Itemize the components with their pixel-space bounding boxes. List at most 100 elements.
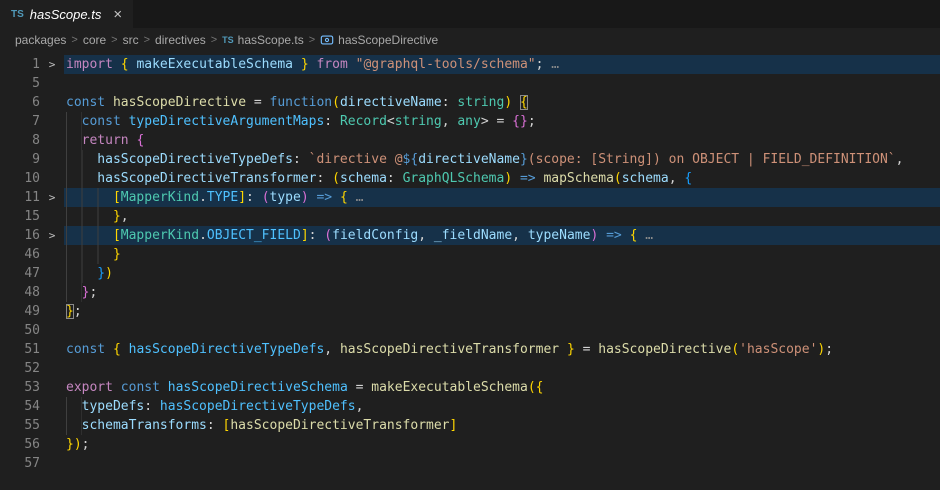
line-number: 51 (0, 340, 40, 359)
code-text[interactable] (64, 321, 940, 340)
code-token: ] (301, 228, 309, 243)
gutter-fold-space (40, 435, 64, 454)
close-icon[interactable]: × (113, 7, 122, 22)
code-token: const (121, 380, 160, 395)
code-line[interactable]: 51 const { hasScopeDirectiveTypeDefs, has… (0, 340, 940, 359)
code-token: typeDefs (82, 399, 145, 414)
code-line[interactable]: 57 (0, 454, 940, 473)
code-line[interactable]: 52 (0, 359, 940, 378)
code-text[interactable]: }; (64, 302, 940, 321)
tab-bar: TS hasScope.ts × (0, 0, 940, 28)
tab-hasscope-ts[interactable]: TS hasScope.ts × (0, 0, 133, 28)
code-text[interactable]: [MapperKind.OBJECT_FIELD]: (fieldConfig,… (64, 226, 940, 245)
code-line[interactable]: 8return { (0, 131, 940, 150)
breadcrumb-label: core (83, 33, 106, 47)
code-token: { (121, 57, 129, 72)
typescript-file-icon: TS (11, 9, 24, 20)
code-token: 'hasScope' (739, 342, 817, 357)
code-text[interactable]: export const hasScopeDirectiveSchema = m… (64, 378, 940, 397)
indent-guides (66, 188, 113, 207)
code-text[interactable]: const hasScopeDirective = function(direc… (64, 93, 940, 112)
code-line[interactable]: 1>import { makeExecutableSchema } from "… (0, 55, 940, 74)
line-number: 53 (0, 378, 40, 397)
code-text[interactable]: hasScopeDirectiveTypeDefs: `directive @$… (64, 150, 940, 169)
code-token: ( (332, 171, 340, 186)
code-line[interactable]: 7const typeDirectiveArgumentMaps: Record… (0, 112, 940, 131)
code-line[interactable]: 10hasScopeDirectiveTransformer: (schema:… (0, 169, 940, 188)
code-text[interactable]: const typeDirectiveArgumentMaps: Record<… (64, 112, 940, 131)
fold-chevron-icon[interactable]: > (40, 55, 64, 74)
code-token: , (896, 152, 904, 167)
breadcrumb-item-core[interactable]: core (83, 33, 106, 47)
code-text[interactable]: }, (64, 207, 940, 226)
code-token: ] (238, 190, 246, 205)
breadcrumb-item-directives[interactable]: directives (155, 33, 206, 47)
code-line[interactable]: 5 (0, 74, 940, 93)
code-line[interactable]: 46} (0, 245, 940, 264)
code-token: MapperKind (121, 190, 199, 205)
fold-chevron-icon[interactable]: > (40, 226, 64, 245)
code-token: Record (340, 114, 387, 129)
code-text[interactable]: schemaTransforms: [hasScopeDirectiveTran… (64, 416, 940, 435)
code-text[interactable]: hasScopeDirectiveTransformer: (schema: G… (64, 169, 940, 188)
code-token: hasScopeDirectiveTypeDefs (129, 342, 325, 357)
gutter-fold-space (40, 359, 64, 378)
code-line[interactable]: 50 (0, 321, 940, 340)
code-token: { (536, 380, 544, 395)
code-line[interactable]: 53 export const hasScopeDirectiveSchema =… (0, 378, 940, 397)
fold-chevron-icon[interactable]: > (40, 188, 64, 207)
code-token: import (66, 57, 113, 72)
breadcrumb-item-hasscope-ts[interactable]: TShasScope.ts (222, 33, 304, 47)
line-number: 9 (0, 150, 40, 169)
code-text[interactable]: typeDefs: hasScopeDirectiveTypeDefs, (64, 397, 940, 416)
code-line[interactable]: 47}) (0, 264, 940, 283)
breadcrumb-item-packages[interactable]: packages (15, 33, 66, 47)
code-line[interactable]: 54typeDefs: hasScopeDirectiveTypeDefs, (0, 397, 940, 416)
indent-guides (66, 226, 113, 245)
code-token: hasScopeDirective (113, 95, 246, 110)
code-token: => (520, 171, 536, 186)
breadcrumb-label: directives (155, 33, 206, 47)
code-line[interactable]: 11>[MapperKind.TYPE]: (type) => { … (0, 188, 940, 207)
code-text[interactable]: const { hasScopeDirectiveTypeDefs, hasSc… (64, 340, 940, 359)
code-line[interactable]: 9 hasScopeDirectiveTypeDefs: `directive @… (0, 150, 940, 169)
line-number: 11 (0, 188, 40, 207)
code-text[interactable]: import { makeExecutableSchema } from "@g… (64, 55, 940, 74)
code-text[interactable]: }) (64, 264, 940, 283)
code-token: directiveName (340, 95, 442, 110)
code-editor[interactable]: 1>import { makeExecutableSchema } from "… (0, 52, 940, 490)
code-line[interactable]: 56}); (0, 435, 940, 454)
code-line[interactable]: 15}, (0, 207, 940, 226)
code-token: } (66, 437, 74, 452)
code-token: ; (528, 114, 536, 129)
code-token: … (551, 57, 559, 72)
code-text[interactable] (64, 74, 940, 93)
code-token: } (66, 304, 74, 319)
code-text[interactable]: }; (64, 283, 940, 302)
code-token: , (512, 228, 528, 243)
code-token: GraphQLSchema (403, 171, 505, 186)
code-text[interactable]: [MapperKind.TYPE]: (type) => { … (64, 188, 940, 207)
gutter-fold-space (40, 378, 64, 397)
code-line[interactable]: 48}; (0, 283, 940, 302)
breadcrumb-item-hasscopedirective[interactable]: hasScopeDirective (320, 33, 438, 47)
code-token: { (113, 342, 121, 357)
code-line[interactable]: 49}; (0, 302, 940, 321)
breadcrumb-item-src[interactable]: src (123, 33, 139, 47)
code-text[interactable] (64, 454, 940, 473)
code-line[interactable]: 6const hasScopeDirective = function(dire… (0, 93, 940, 112)
code-token: … (645, 228, 653, 243)
code-token: = (575, 342, 598, 357)
code-token: { (684, 171, 692, 186)
code-token (113, 57, 121, 72)
code-text[interactable]: return { (64, 131, 940, 150)
code-token: hasScopeDirectiveTypeDefs (160, 399, 356, 414)
code-line[interactable]: 55schemaTransforms: [hasScopeDirectiveTr… (0, 416, 940, 435)
gutter-fold-space (40, 74, 64, 93)
code-text[interactable]: }); (64, 435, 940, 454)
code-text[interactable] (64, 359, 940, 378)
code-line[interactable]: 16>[MapperKind.OBJECT_FIELD]: (fieldConf… (0, 226, 940, 245)
code-text[interactable]: } (64, 245, 940, 264)
code-token: typeName (528, 228, 591, 243)
indent-guides (66, 112, 82, 131)
